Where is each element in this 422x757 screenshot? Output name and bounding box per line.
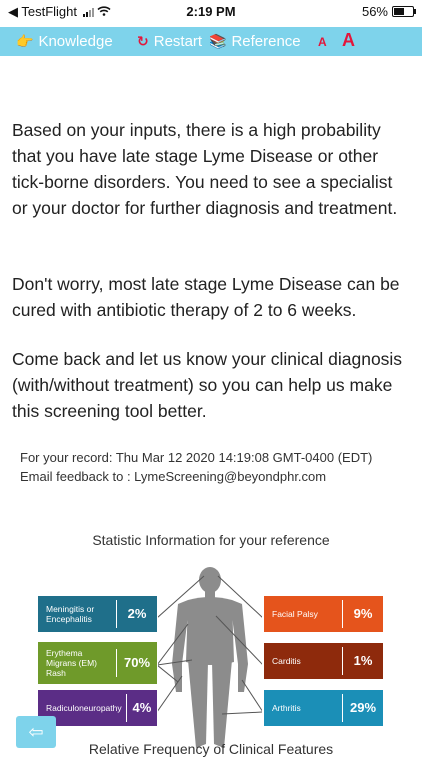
restart-button[interactable]: ↻ Restart xyxy=(137,27,202,56)
status-time: 2:19 PM xyxy=(186,4,236,19)
feature-percent: 70% xyxy=(123,655,151,670)
result-paragraph-treatment: Don't worry, most late stage Lyme Diseas… xyxy=(12,274,400,320)
feature-carditis: Carditis 1% xyxy=(264,643,383,679)
books-icon: 📚 xyxy=(209,33,227,49)
feature-arthritis: Arthritis 29% xyxy=(264,690,383,726)
feature-percent: 4% xyxy=(132,700,152,715)
restart-label: Restart xyxy=(153,33,203,50)
human-body-figure xyxy=(158,567,262,748)
record-info: For your record: Thu Mar 12 2020 14:19:0… xyxy=(20,448,415,486)
figure-caption: Relative Frequency of Clinical Features xyxy=(88,741,334,757)
pointing-hand-icon: 👉 xyxy=(16,33,34,49)
record-timestamp: For your record: Thu Mar 12 2020 14:19:0… xyxy=(20,450,373,465)
top-toolbar: 👉 Knowledge ↻ Restart 📚 Reference A A xyxy=(0,27,422,56)
knowledge-label: Knowledge xyxy=(38,33,113,50)
feature-erythema-migrans: Erythema Migrans (EM) Rash 70% xyxy=(38,642,157,684)
reference-button[interactable]: 📚 Reference xyxy=(209,27,301,56)
feedback-email[interactable]: Email feedback to : LymeScreening@beyond… xyxy=(20,467,415,486)
restart-icon: ↻ xyxy=(137,33,149,49)
feature-percent: 29% xyxy=(349,700,377,715)
feature-label: Carditis xyxy=(272,656,301,666)
feature-meningitis: Meningitis or Encephalitis 2% xyxy=(38,596,157,632)
increase-font-button[interactable]: A xyxy=(342,30,355,51)
feature-percent: 9% xyxy=(353,606,373,621)
status-bar: ◀ TestFlight 2:19 PM 56% xyxy=(0,0,422,24)
battery-icon xyxy=(392,6,416,17)
feature-label: Radiculoneuropathy xyxy=(46,703,122,713)
feature-facial-palsy: Facial Palsy 9% xyxy=(264,596,383,632)
feature-percent: 2% xyxy=(127,606,147,621)
feature-percent: 1% xyxy=(353,653,373,668)
knowledge-button[interactable]: 👉 Knowledge xyxy=(16,27,113,56)
feature-label: Facial Palsy xyxy=(272,609,318,619)
feature-label: Meningitis or Encephalitis xyxy=(46,604,95,624)
decrease-font-button[interactable]: A xyxy=(318,35,327,49)
statistics-title: Statistic Information for your reference xyxy=(92,532,330,548)
result-paragraph-probability: Based on your inputs, there is a high pr… xyxy=(12,120,398,218)
battery-group: 56% xyxy=(361,4,416,19)
feature-label: Arthritis xyxy=(272,703,301,713)
clinical-features-figure: Meningitis or Encephalitis 2% Erythema M… xyxy=(0,560,422,750)
result-paragraph-feedback: Come back and let us know your clinical … xyxy=(12,349,403,421)
reference-label: Reference xyxy=(231,33,301,50)
back-arrow-icon: ⇦ xyxy=(28,721,44,742)
back-button[interactable]: ⇦ xyxy=(16,716,56,748)
battery-percent: 56% xyxy=(361,4,388,19)
feature-label: Erythema Migrans (EM) Rash xyxy=(46,648,98,678)
